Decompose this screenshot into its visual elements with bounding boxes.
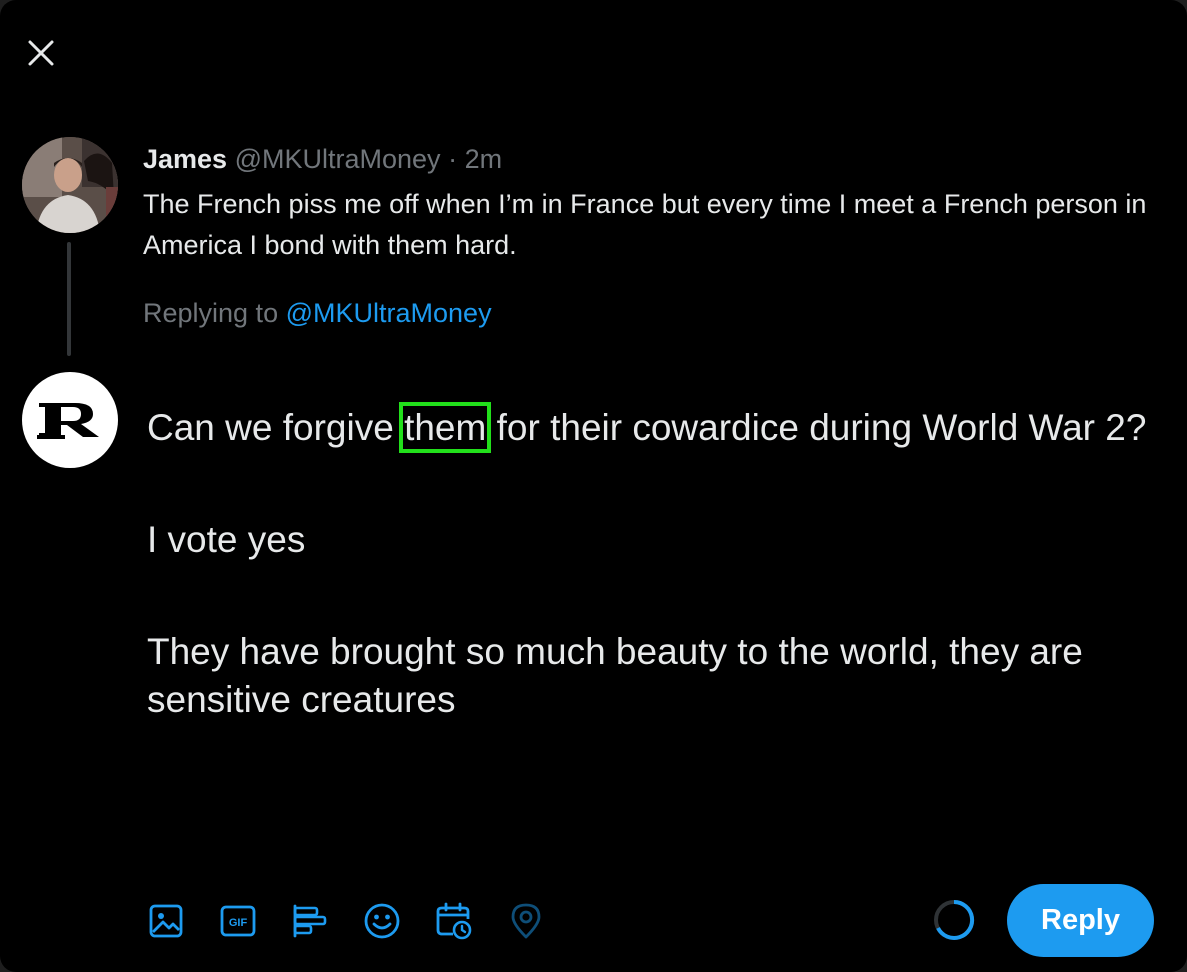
- replying-to: Replying to @MKUltraMoney: [143, 296, 492, 330]
- compose-line1-after: for their cowardice during World War 2?: [486, 407, 1147, 448]
- poll-icon: [293, 904, 327, 938]
- schedule-icon: [436, 902, 472, 940]
- reply-button[interactable]: Reply: [1007, 884, 1154, 957]
- schedule-button[interactable]: [432, 899, 476, 943]
- add-gif-button[interactable]: GIF: [216, 899, 260, 943]
- author-handle[interactable]: @MKUltraMoney: [235, 144, 441, 174]
- profile-photo: [22, 137, 118, 233]
- gif-icon: GIF: [220, 905, 256, 937]
- close-button[interactable]: [20, 32, 62, 74]
- compose-line1-before: Can we forgive: [147, 407, 405, 448]
- image-icon: [149, 904, 183, 938]
- compose-paragraph: I vote yes: [147, 519, 306, 560]
- avatar[interactable]: [22, 137, 118, 233]
- emoji-icon: [364, 903, 400, 939]
- character-count-ring: [932, 898, 976, 942]
- progress-ring-icon: [934, 899, 975, 940]
- add-media-button[interactable]: [144, 899, 188, 943]
- compose-paragraph: They have brought so much beauty to the …: [147, 631, 1083, 720]
- highlighted-word: them: [399, 402, 492, 453]
- compose-text[interactable]: Can we forgive them for their cowardice …: [147, 402, 1147, 788]
- thread-line: [67, 242, 71, 356]
- replying-to-handle[interactable]: @MKUltraMoney: [286, 298, 492, 328]
- tag-location-button[interactable]: [504, 899, 548, 943]
- compose-toolbar: GIF: [144, 899, 576, 943]
- tweet-header: James @MKUltraMoney · 2m: [143, 143, 502, 175]
- gif-label: GIF: [229, 917, 248, 929]
- tweet-time[interactable]: 2m: [465, 144, 503, 174]
- r-logo-icon: [37, 403, 99, 439]
- avatar[interactable]: [22, 372, 118, 468]
- add-emoji-button[interactable]: [360, 899, 404, 943]
- header-separator: ·: [448, 144, 458, 174]
- location-icon: [511, 903, 541, 939]
- reply-modal: James @MKUltraMoney · 2m The French piss…: [0, 0, 1187, 972]
- tweet-text: The French piss me off when I’m in Franc…: [143, 189, 1147, 260]
- compose-paragraph: Can we forgive them for their cowardice …: [147, 402, 1147, 453]
- replying-to-label: Replying to: [143, 298, 279, 328]
- close-icon: [28, 40, 54, 66]
- author-name[interactable]: James: [143, 144, 227, 174]
- add-poll-button[interactable]: [288, 899, 332, 943]
